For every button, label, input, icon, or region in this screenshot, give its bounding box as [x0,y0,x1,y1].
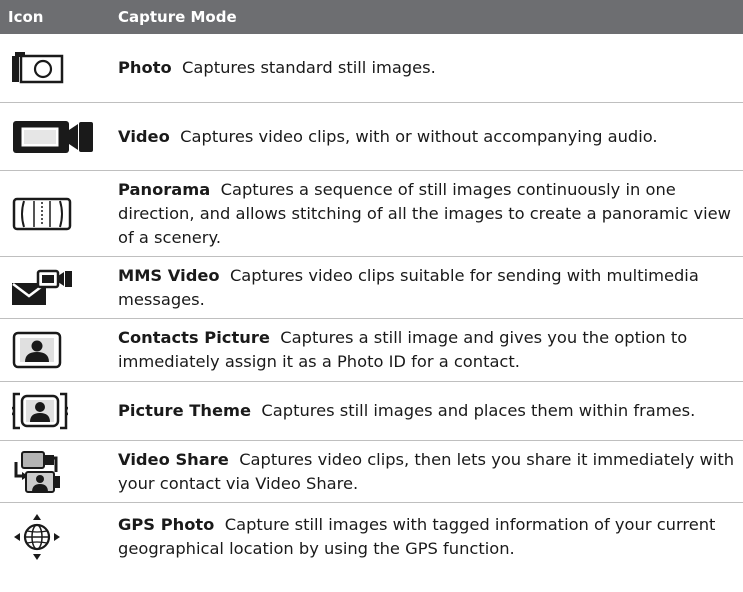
camera-icon [12,52,64,84]
list-item: Photo Captures standard still images. [118,56,743,80]
list-item: Video Captures video clips, with or with… [118,125,743,149]
mode-description: Captures video clips, with or without ac… [180,126,658,146]
table-row: Contacts Picture Captures a still image … [0,319,743,382]
list-item: Panorama Captures a sequence of still im… [118,178,743,250]
mode-description: Captures a sequence of still images cont… [118,179,731,247]
table-row: MMS Video Captures video clips suitable … [0,257,743,319]
header-capture-mode-column: Capture Mode [118,8,237,26]
list-item: Contacts Picture Captures a still image … [118,326,743,374]
table-row: Panorama Captures a sequence of still im… [0,171,743,257]
mode-name: Video Share [118,449,229,469]
table-header: Icon Capture Mode [0,0,743,34]
list-item: GPS Photo Capture still images with tagg… [118,513,743,561]
gps-globe-icon [14,514,60,560]
list-item: Video Share Captures video clips, then l… [118,448,743,496]
header-icon-column: Icon [8,8,44,26]
capture-mode-table: Icon Capture Mode Photo Captures standar… [0,0,743,571]
table-row: Video Share Captures video clips, then l… [0,441,743,503]
list-item: MMS Video Captures video clips suitable … [118,264,743,312]
contact-picture-icon [12,331,62,369]
mode-name: Panorama [118,179,211,199]
table-row: Video Captures video clips, with or with… [0,103,743,171]
mode-description: Captures standard still images. [182,58,436,77]
video-camera-icon [13,120,93,153]
table-row: Photo Captures standard still images. [0,34,743,103]
picture-theme-icon [12,392,68,430]
mode-description: Captures still images and places them wi… [261,401,696,420]
mode-name: Contacts Picture [118,328,270,347]
mode-name: GPS Photo [118,515,215,534]
list-item: Picture Theme Captures still images and … [118,399,743,423]
table-row: Picture Theme Captures still images and … [0,382,743,441]
mode-name: Picture Theme [118,401,252,420]
mms-video-icon [12,269,72,305]
video-share-icon [14,450,60,493]
table-row: GPS Photo Capture still images with tagg… [0,503,743,571]
panorama-icon [12,197,72,230]
mode-name: MMS Video [118,265,220,285]
mode-name: Photo [118,58,172,77]
mode-name: Video [118,126,170,146]
